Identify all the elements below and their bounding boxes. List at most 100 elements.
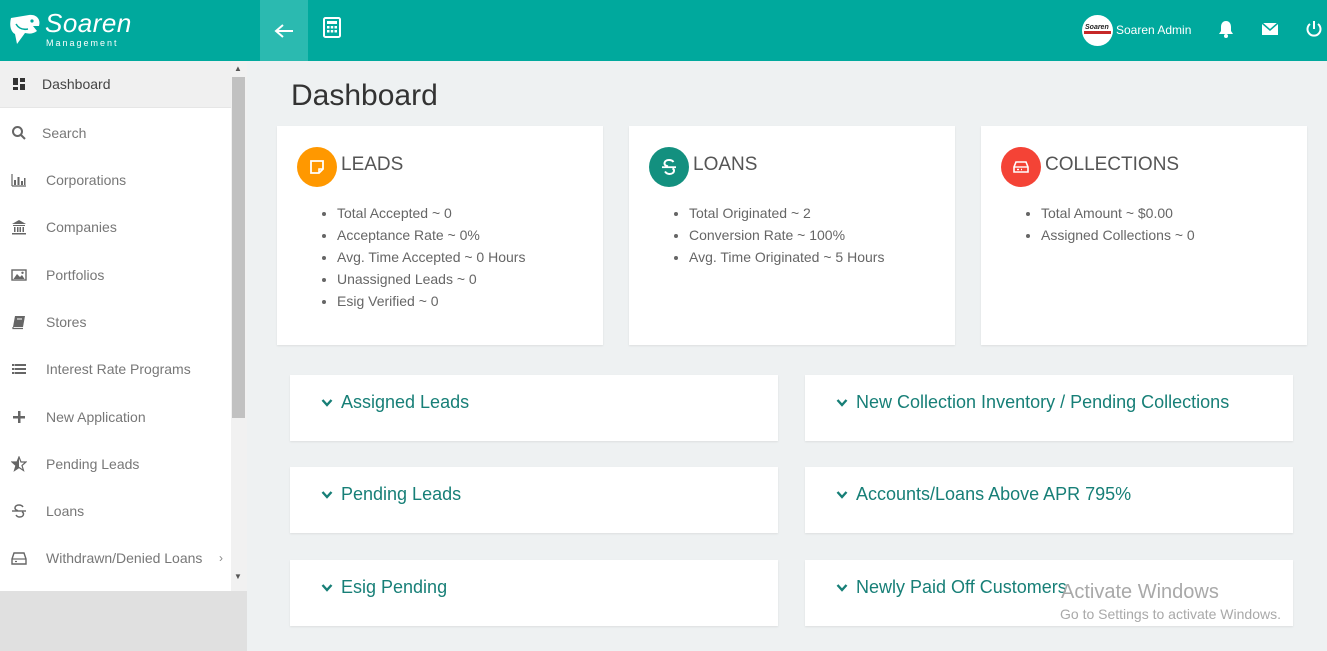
sidebar-item-loans[interactable]: Loans bbox=[0, 487, 231, 534]
sidebar-item-dashboard[interactable]: Dashboard bbox=[0, 61, 231, 108]
brand-logo[interactable]: Soaren Management bbox=[0, 0, 260, 61]
book-icon bbox=[12, 315, 25, 329]
bell-icon[interactable] bbox=[1216, 19, 1236, 39]
leads-badge bbox=[297, 147, 337, 187]
power-icon[interactable] bbox=[1304, 19, 1324, 39]
sidebar-item-search[interactable]: Search bbox=[0, 109, 231, 156]
sidebar-item-portfolios[interactable]: Portfolios bbox=[0, 251, 231, 298]
list-icon bbox=[12, 363, 26, 374]
stat-assigned-collections: Assigned Collections ~ 0 bbox=[1041, 224, 1195, 246]
chevron-down-icon bbox=[836, 399, 848, 407]
sidebar-item-withdrawn-denied-loans[interactable]: Withdrawn/Denied Loans › bbox=[0, 534, 231, 581]
user-menu[interactable]: Soaren Soaren Admin bbox=[1082, 14, 1191, 46]
sticky-note-icon bbox=[310, 160, 324, 174]
chevron-down-icon bbox=[836, 584, 848, 592]
scroll-up-arrow-icon[interactable]: ▲ bbox=[234, 64, 242, 73]
bird-logo-icon bbox=[10, 14, 40, 44]
avatar-logo-text: Soaren bbox=[1085, 23, 1109, 31]
chevron-down-icon bbox=[321, 399, 333, 407]
strikethrough-s-icon bbox=[12, 503, 26, 518]
chevron-down-icon bbox=[321, 584, 333, 592]
stat-total-originated: Total Originated ~ 2 bbox=[689, 202, 884, 224]
sidebar-item-corporations[interactable]: Corporations bbox=[0, 156, 231, 203]
collections-stats: Total Amount ~ $0.00 Assigned Collection… bbox=[1041, 202, 1195, 246]
brand-tagline: Management bbox=[46, 38, 119, 48]
panel-assigned-leads[interactable]: Assigned Leads bbox=[290, 375, 778, 441]
sidebar-item-label: Loans bbox=[46, 502, 85, 519]
sidebar-item-new-application[interactable]: New Application bbox=[0, 393, 231, 440]
leads-card: LEADS Total Accepted ~ 0 Acceptance Rate… bbox=[277, 126, 603, 345]
leads-stats: Total Accepted ~ 0 Acceptance Rate ~ 0% … bbox=[337, 202, 525, 312]
loans-stats: Total Originated ~ 2 Conversion Rate ~ 1… bbox=[689, 202, 884, 268]
sidebar-item-label: Stores bbox=[46, 313, 87, 330]
arrow-left-icon bbox=[274, 23, 293, 38]
calculator-icon[interactable] bbox=[320, 16, 344, 40]
envelope-icon[interactable] bbox=[1260, 19, 1280, 39]
sidebar-item-label: Companies bbox=[46, 218, 117, 235]
sidebar-item-label: Portfolios bbox=[46, 266, 105, 283]
panel-title: New Collection Inventory / Pending Colle… bbox=[856, 392, 1230, 412]
panel-title: Accounts/Loans Above APR 795% bbox=[856, 484, 1132, 504]
stat-total-accepted: Total Accepted ~ 0 bbox=[337, 202, 525, 224]
loans-title: LOANS bbox=[693, 154, 758, 175]
strikethrough-s-icon bbox=[662, 158, 676, 176]
panel-esig-pending[interactable]: Esig Pending bbox=[290, 560, 778, 626]
stat-unassigned-leads: Unassigned Leads ~ 0 bbox=[337, 268, 525, 290]
sidebar-item-label: Pending Leads bbox=[46, 455, 140, 472]
panel-title: Esig Pending bbox=[341, 577, 448, 597]
bank-icon bbox=[12, 219, 26, 234]
stat-esig-verified: Esig Verified ~ 0 bbox=[337, 290, 525, 312]
search-icon bbox=[12, 125, 26, 140]
activate-windows-title: Activate Windows bbox=[1061, 581, 1219, 603]
inbox-icon bbox=[1013, 161, 1029, 173]
scroll-down-arrow-icon[interactable]: ▼ bbox=[234, 572, 242, 581]
sidebar: Dashboard Search Corporations Companies bbox=[0, 61, 247, 651]
sidebar-item-label: Corporations bbox=[46, 171, 127, 188]
sidebar-item-label: Search bbox=[42, 124, 87, 141]
scrollbar-thumb[interactable] bbox=[232, 77, 245, 418]
top-bar: Soaren Management Soaren Soaren Admin bbox=[0, 0, 1327, 61]
stat-avg-time-originated: Avg. Time Originated ~ 5 Hours bbox=[689, 246, 884, 268]
collections-title: COLLECTIONS bbox=[1045, 154, 1180, 175]
brand-name: Soaren bbox=[45, 8, 132, 38]
sidebar-item-stores[interactable]: Stores bbox=[0, 298, 231, 345]
leads-title: LEADS bbox=[341, 154, 404, 175]
sidebar-item-label: Dashboard bbox=[42, 76, 111, 92]
sidebar-item-label: Interest Rate Programs bbox=[46, 360, 191, 377]
collections-badge bbox=[1001, 147, 1041, 187]
collections-card: COLLECTIONS Total Amount ~ $0.00 Assigne… bbox=[981, 126, 1307, 345]
inbox-icon bbox=[11, 551, 27, 565]
page-title: Dashboard bbox=[291, 79, 438, 112]
chevron-down-icon bbox=[321, 491, 333, 499]
image-icon bbox=[11, 268, 27, 281]
panel-title: Newly Paid Off Customers bbox=[856, 577, 1067, 597]
sidebar-nav: Dashboard Search Corporations Companies bbox=[0, 61, 231, 591]
loans-card: LOANS Total Originated ~ 2 Conversion Ra… bbox=[629, 126, 955, 345]
avatar: Soaren bbox=[1082, 14, 1113, 46]
sidebar-item-companies[interactable]: Companies bbox=[0, 203, 231, 250]
stat-avg-time-accepted: Avg. Time Accepted ~ 0 Hours bbox=[337, 246, 525, 268]
sidebar-item-label: New Application bbox=[46, 408, 146, 425]
stat-acceptance-rate: Acceptance Rate ~ 0% bbox=[337, 224, 525, 246]
stat-total-amount: Total Amount ~ $0.00 bbox=[1041, 202, 1195, 224]
sidebar-item-pending-leads[interactable]: Pending Leads bbox=[0, 440, 231, 487]
panel-title: Pending Leads bbox=[341, 484, 462, 504]
sidebar-scrollbar[interactable]: ▲ ▼ bbox=[231, 61, 247, 591]
panel-new-collection-inventory[interactable]: New Collection Inventory / Pending Colle… bbox=[805, 375, 1293, 441]
user-name: Soaren Admin bbox=[1116, 23, 1192, 37]
activate-windows-subtitle: Go to Settings to activate Windows. bbox=[1060, 606, 1281, 622]
chevron-right-icon: › bbox=[219, 550, 223, 565]
back-button[interactable] bbox=[260, 0, 308, 61]
dashboard-icon bbox=[13, 78, 25, 90]
panel-title: Assigned Leads bbox=[341, 392, 470, 412]
star-half-icon bbox=[11, 455, 27, 472]
loans-badge bbox=[649, 147, 689, 187]
panel-accounts-above-apr[interactable]: Accounts/Loans Above APR 795% bbox=[805, 467, 1293, 533]
plus-icon bbox=[13, 410, 25, 423]
panel-pending-leads[interactable]: Pending Leads bbox=[290, 467, 778, 533]
sidebar-item-label: Withdrawn/Denied Loans bbox=[46, 549, 203, 566]
stat-conversion-rate: Conversion Rate ~ 100% bbox=[689, 224, 884, 246]
bar-chart-icon bbox=[11, 173, 26, 187]
sidebar-item-interest-rate-programs[interactable]: Interest Rate Programs bbox=[0, 345, 231, 392]
chevron-down-icon bbox=[836, 491, 848, 499]
